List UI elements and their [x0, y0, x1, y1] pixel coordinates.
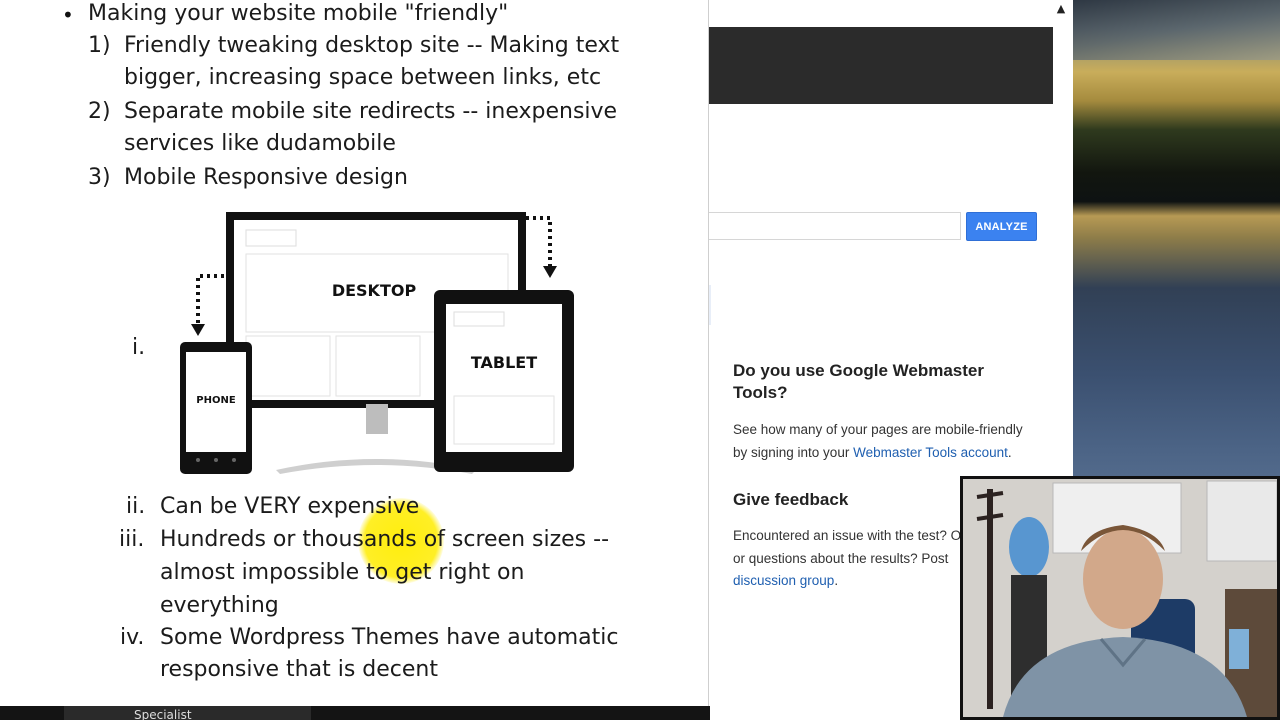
- url-input[interactable]: [709, 212, 961, 240]
- dotted-arrow-left: [196, 274, 224, 326]
- phone-button-icon: [196, 458, 200, 462]
- presentation-slide: • Making your website mobile "friendly" …: [0, 0, 708, 706]
- taskbar-item[interactable]: Specialist: [64, 706, 311, 720]
- feedback-heading: Give feedback: [733, 490, 849, 509]
- item-number: 3): [88, 165, 111, 190]
- webmaster-text-suffix: .: [1007, 444, 1012, 460]
- sub-item-iii-line-2: almost impossible to get right on: [160, 560, 525, 585]
- sub-item-iv-line-1: Some Wordpress Themes have automatic: [160, 625, 619, 650]
- wallpaper-mountain-ridge: [1070, 0, 1280, 60]
- phone-button-icon: [232, 458, 236, 462]
- phone-label: PHONE: [196, 395, 236, 406]
- page-header-banner: [709, 27, 1053, 104]
- divider: [709, 285, 711, 325]
- sub-item-number: ii.: [126, 494, 146, 519]
- desktop-label: DESKTOP: [332, 281, 417, 300]
- item-3-line-1: Mobile Responsive design: [124, 165, 408, 190]
- arrow-head-right-icon: [543, 266, 557, 278]
- bullet-icon: •: [62, 3, 74, 27]
- sub-item-number: iv.: [120, 625, 145, 650]
- scroll-up-arrow-icon[interactable]: ▲: [1055, 2, 1067, 16]
- webmaster-text-line1: See how many of your pages are mobile-fr…: [733, 422, 1023, 437]
- phone-button-icon: [214, 458, 218, 462]
- responsive-devices-illustration: DESKTOP TABLET PHONE: [180, 212, 574, 474]
- webmaster-text-line2: by signing into your Webmaster Tools acc…: [733, 442, 1053, 465]
- discussion-group-link[interactable]: discussion group: [733, 573, 834, 588]
- item-1-line-1: Friendly tweaking desktop site -- Making…: [124, 33, 620, 58]
- webmaster-heading-line1: Do you use Google Webmaster: [733, 361, 984, 380]
- webmaster-heading-line2: Tools?: [733, 383, 788, 402]
- webmaster-text-prefix: by signing into your: [733, 444, 854, 460]
- item-number: 1): [88, 33, 111, 58]
- sub-item-iii-line-3: everything: [160, 593, 279, 618]
- item-2-line-1: Separate mobile site redirects -- inexpe…: [124, 99, 618, 124]
- item-number: 2): [88, 99, 111, 124]
- slide-bullet-text: Making your website mobile "friendly": [88, 1, 509, 26]
- item-2-line-2: services like dudamobile: [124, 131, 396, 156]
- taskbar: Specialist: [0, 706, 710, 720]
- feedback-link-suffix: .: [834, 573, 839, 588]
- webmaster-heading: Do you use Google Webmaster Tools?: [733, 360, 984, 404]
- analyze-button[interactable]: ANALYZE: [966, 212, 1037, 241]
- webcam-overlay: [960, 476, 1280, 720]
- webmaster-tools-link[interactable]: Webmaster Tools account: [853, 445, 1008, 460]
- tablet-label: TABLET: [471, 353, 537, 372]
- dotted-arrow-right: [526, 216, 552, 268]
- sub-item-iii-line-1: Hundreds or thousands of screen sizes --: [160, 527, 610, 552]
- sub-item-ii-line-1: Can be VERY expensive: [160, 494, 420, 519]
- sub-item-number: i.: [132, 335, 146, 360]
- arrow-head-left-icon: [191, 324, 205, 336]
- webcam-scene-illustration: [963, 479, 1277, 717]
- item-1-line-2: bigger, increasing space between links, …: [124, 65, 602, 90]
- sub-item-iv-line-2: responsive that is decent: [160, 657, 438, 682]
- webmaster-text: See how many of your pages are mobile-fr…: [733, 419, 1053, 464]
- sub-item-number: iii.: [119, 527, 145, 552]
- desktop-stand-neck: [366, 404, 388, 434]
